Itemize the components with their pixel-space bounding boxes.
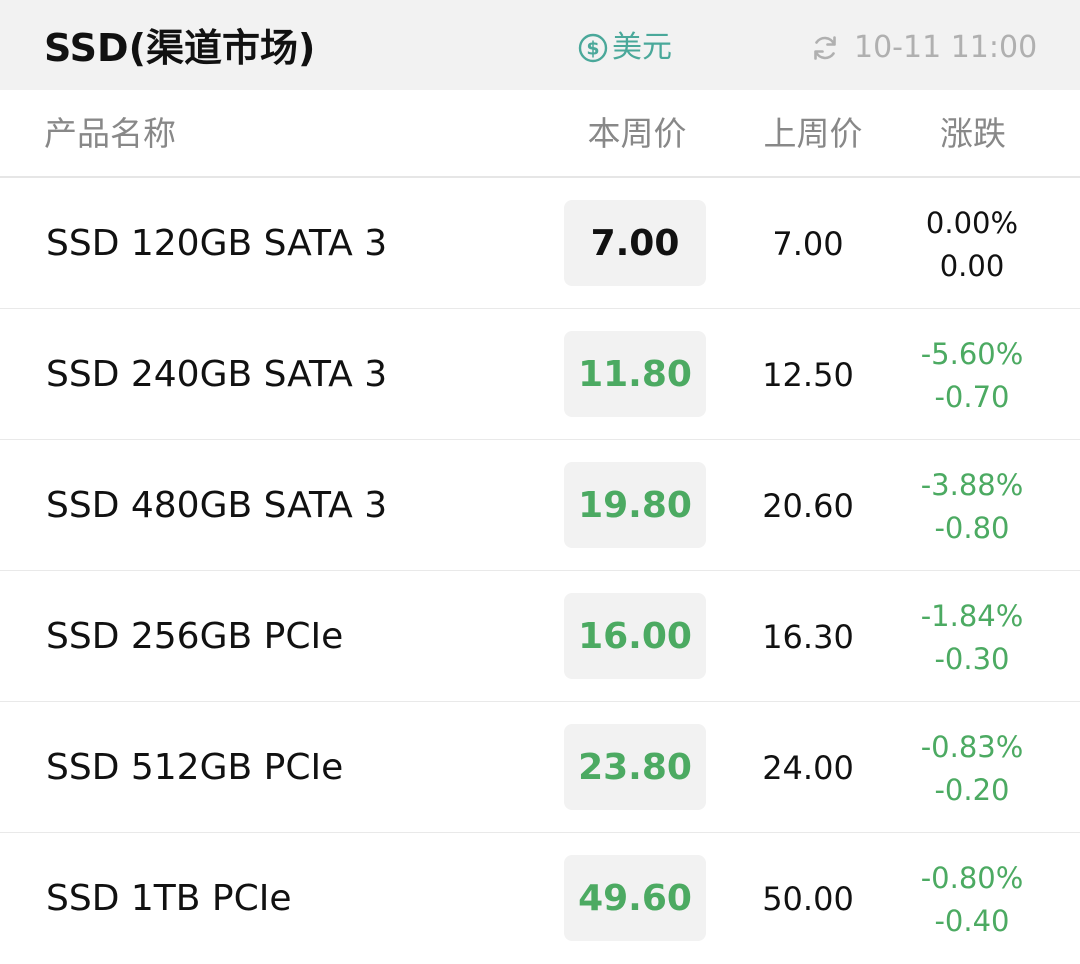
table-row[interactable]: SSD 512GB PCIe 23.80 24.00 -0.83% -0.20 bbox=[0, 702, 1080, 833]
change-percent: -0.80% bbox=[920, 861, 1024, 895]
column-header-change[interactable]: 涨跌 bbox=[900, 114, 1046, 154]
this-week-price: 19.80 bbox=[564, 462, 706, 548]
change-percent: -1.84% bbox=[920, 599, 1024, 633]
last-week-price: 20.60 bbox=[762, 487, 854, 525]
price-change: -5.60% -0.70 bbox=[898, 333, 1046, 419]
this-week-price: 23.80 bbox=[564, 724, 706, 810]
refresh-icon[interactable] bbox=[810, 33, 840, 63]
change-amount: 0.00 bbox=[939, 249, 1005, 283]
price-change: -0.83% -0.20 bbox=[898, 726, 1046, 812]
currency-selector[interactable]: $ 美元 bbox=[578, 26, 672, 70]
refresh-control[interactable]: 10-11 11:00 bbox=[810, 26, 1037, 70]
this-week-price: 7.00 bbox=[564, 200, 706, 286]
last-week-price: 24.00 bbox=[762, 749, 854, 787]
change-amount: -0.20 bbox=[934, 773, 1010, 807]
last-week-price: 7.00 bbox=[772, 225, 844, 263]
change-amount: -0.40 bbox=[934, 904, 1010, 938]
change-amount: -0.80 bbox=[934, 511, 1010, 545]
column-header-last-week[interactable]: 上周价 bbox=[740, 114, 886, 154]
updated-time: 10-11 11:00 bbox=[854, 30, 1038, 65]
table-row[interactable]: SSD 120GB SATA 3 7.00 7.00 0.00% 0.00 bbox=[0, 178, 1080, 309]
table-row[interactable]: SSD 256GB PCIe 16.00 16.30 -1.84% -0.30 bbox=[0, 571, 1080, 702]
this-week-price: 11.80 bbox=[564, 331, 706, 417]
currency-label: 美元 bbox=[612, 30, 672, 65]
product-name: SSD 240GB SATA 3 bbox=[46, 354, 388, 395]
product-name: SSD 512GB PCIe bbox=[46, 747, 344, 788]
product-name: SSD 256GB PCIe bbox=[46, 616, 344, 657]
header-bar: SSD(渠道市场) $ 美元 10-11 11:00 bbox=[0, 0, 1080, 90]
table-row[interactable]: SSD 1TB PCIe 49.60 50.00 -0.80% -0.40 bbox=[0, 833, 1080, 964]
price-change: -1.84% -0.30 bbox=[898, 595, 1046, 681]
column-header-this-week[interactable]: 本周价 bbox=[566, 114, 708, 154]
table-row[interactable]: SSD 240GB SATA 3 11.80 12.50 -5.60% -0.7… bbox=[0, 309, 1080, 440]
dollar-circle-icon: $ bbox=[578, 33, 608, 63]
price-change: 0.00% 0.00 bbox=[898, 202, 1046, 288]
this-week-price: 49.60 bbox=[564, 855, 706, 941]
price-list: SSD 120GB SATA 3 7.00 7.00 0.00% 0.00 SS… bbox=[0, 178, 1080, 964]
product-name: SSD 120GB SATA 3 bbox=[46, 223, 388, 264]
column-header-name[interactable]: 产品名称 bbox=[44, 114, 176, 154]
last-week-price: 50.00 bbox=[762, 880, 854, 918]
table-row[interactable]: SSD 480GB SATA 3 19.80 20.60 -3.88% -0.8… bbox=[0, 440, 1080, 571]
change-amount: -0.70 bbox=[934, 380, 1010, 414]
this-week-price: 16.00 bbox=[564, 593, 706, 679]
svg-text:$: $ bbox=[586, 38, 599, 60]
page-title: SSD(渠道市场) bbox=[44, 26, 316, 70]
product-name: SSD 1TB PCIe bbox=[46, 878, 292, 919]
change-amount: -0.30 bbox=[934, 642, 1010, 676]
last-week-price: 16.30 bbox=[762, 618, 854, 656]
price-change: -0.80% -0.40 bbox=[898, 857, 1046, 943]
price-change: -3.88% -0.80 bbox=[898, 464, 1046, 550]
change-percent: -3.88% bbox=[920, 468, 1024, 502]
change-percent: -5.60% bbox=[920, 337, 1024, 371]
column-header-row: 产品名称 本周价 上周价 涨跌 bbox=[0, 90, 1080, 178]
product-name: SSD 480GB SATA 3 bbox=[46, 485, 388, 526]
change-percent: 0.00% bbox=[925, 206, 1019, 240]
last-week-price: 12.50 bbox=[762, 356, 854, 394]
change-percent: -0.83% bbox=[920, 730, 1024, 764]
